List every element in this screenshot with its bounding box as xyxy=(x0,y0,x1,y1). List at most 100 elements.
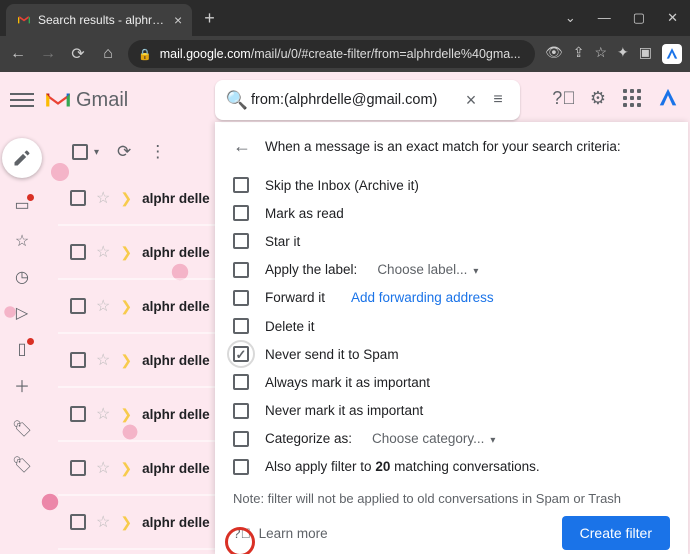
row-importance-icon[interactable]: ❯ xyxy=(120,460,132,477)
message-row[interactable]: ☆ ❯ alphr delle xyxy=(58,226,216,280)
inbox-icon[interactable]: ▭ xyxy=(13,196,31,214)
message-row[interactable]: ☆❯alphr delle xyxy=(58,388,216,442)
row-star-icon[interactable]: ☆ xyxy=(96,458,110,478)
select-dropdown-icon[interactable]: ▾ xyxy=(94,147,99,158)
search-options-icon[interactable]: ≡ xyxy=(484,91,512,109)
nav-reload-icon[interactable]: ⟳ xyxy=(68,44,88,64)
more-menu-icon[interactable]: ⋮ xyxy=(149,142,166,162)
row-checkbox[interactable] xyxy=(70,190,86,206)
message-row[interactable]: ☆❯alphr delle xyxy=(58,550,216,554)
message-row[interactable]: ☆❯alphr delle xyxy=(58,334,216,388)
filter-option-never-spam[interactable]: Never send it to Spam xyxy=(233,340,670,368)
drafts-icon[interactable]: ▯ xyxy=(13,340,31,358)
main-menu-icon[interactable] xyxy=(10,88,34,112)
nav-back-icon[interactable]: ← xyxy=(8,45,28,63)
label-dropdown[interactable]: Choose label...▾ xyxy=(377,262,478,277)
row-sender: alphr delle xyxy=(142,191,210,206)
puzzle-icon[interactable]: ✦ xyxy=(617,44,629,64)
eye-icon[interactable]: 👁 xyxy=(545,44,563,64)
category-dropdown[interactable]: Choose category...▾ xyxy=(372,431,495,446)
new-tab-button[interactable]: + xyxy=(204,8,215,29)
sent-icon[interactable]: ▷ xyxy=(13,304,31,322)
browser-tab[interactable]: Search results - alphr101@gmail × xyxy=(6,4,192,36)
checkbox[interactable] xyxy=(233,318,249,334)
row-checkbox[interactable] xyxy=(70,514,86,530)
row-checkbox[interactable] xyxy=(70,352,86,368)
row-importance-icon[interactable]: ❯ xyxy=(120,352,132,369)
row-star-icon[interactable]: ☆ xyxy=(96,242,110,262)
filter-option-always-important[interactable]: Always mark it as important xyxy=(233,368,670,396)
clear-search-icon[interactable]: × xyxy=(458,90,484,111)
settings-gear-icon[interactable]: ⚙ xyxy=(586,86,610,110)
checkbox[interactable] xyxy=(233,262,249,278)
row-importance-icon[interactable]: ❯ xyxy=(120,514,132,531)
message-row[interactable]: ☆❯alphr delle xyxy=(58,442,216,496)
row-importance-icon[interactable]: ❯ xyxy=(120,190,132,207)
add-forwarding-link[interactable]: Add forwarding address xyxy=(351,290,494,305)
checkbox[interactable] xyxy=(233,459,249,475)
gmail-logo[interactable]: Gmail xyxy=(44,89,128,112)
message-row[interactable]: ☆❯alphr delle xyxy=(58,280,216,334)
printer-icon[interactable]: ▣ xyxy=(639,44,652,64)
checkbox[interactable] xyxy=(233,374,249,390)
checkbox[interactable] xyxy=(233,177,249,193)
row-star-icon[interactable]: ☆ xyxy=(96,512,110,532)
row-star-icon[interactable]: ☆ xyxy=(96,296,110,316)
label-1-icon[interactable]: 🏷 xyxy=(13,420,31,438)
message-row[interactable]: ☆❯alphr delle xyxy=(58,496,216,550)
row-sender: alphr delle xyxy=(142,245,210,260)
search-box[interactable]: 🔍 from:(alphrdelle@gmail.com) × ≡ xyxy=(215,80,520,120)
apps-grid-icon[interactable] xyxy=(620,86,644,110)
filter-option-forward[interactable]: Forward itAdd forwarding address xyxy=(233,284,670,312)
filter-option-delete[interactable]: Delete it xyxy=(233,312,670,340)
row-importance-icon[interactable]: ❯ xyxy=(120,298,132,315)
checkbox[interactable] xyxy=(233,431,249,447)
share-icon[interactable]: ⇪ xyxy=(573,44,585,64)
label-2-icon[interactable]: 🏷 xyxy=(13,456,31,474)
row-checkbox[interactable] xyxy=(70,244,86,260)
learn-more-link[interactable]: ?⃝Learn more xyxy=(233,526,328,541)
filter-option-categorize[interactable]: Categorize as:Choose category...▾ xyxy=(233,425,670,453)
add-label-icon[interactable]: ＋ xyxy=(13,376,31,394)
starred-icon[interactable]: ☆ xyxy=(13,232,31,250)
row-importance-icon[interactable]: ❯ xyxy=(120,406,132,423)
row-checkbox[interactable] xyxy=(70,298,86,314)
checkbox[interactable] xyxy=(233,233,249,249)
checkbox[interactable] xyxy=(233,290,249,306)
row-star-icon[interactable]: ☆ xyxy=(96,188,110,208)
message-row[interactable]: ☆ ❯ alphr delle xyxy=(58,172,216,226)
row-star-icon[interactable]: ☆ xyxy=(96,404,110,424)
row-importance-icon[interactable]: ❯ xyxy=(120,244,132,261)
filter-option-mark-read[interactable]: Mark as read xyxy=(233,199,670,227)
select-all-checkbox[interactable] xyxy=(72,144,88,160)
panel-back-icon[interactable]: ← xyxy=(233,136,251,157)
filter-option-apply-label[interactable]: Apply the label:Choose label...▾ xyxy=(233,256,670,284)
window-minimize-icon[interactable]: — xyxy=(598,10,611,26)
checkbox[interactable] xyxy=(233,346,249,362)
filter-option-apply-existing[interactable]: Also apply filter to 20 matching convers… xyxy=(233,453,670,481)
tab-close-icon[interactable]: × xyxy=(174,12,182,28)
row-checkbox[interactable] xyxy=(70,460,86,476)
compose-button[interactable] xyxy=(2,138,42,178)
create-filter-button[interactable]: Create filter xyxy=(562,516,670,550)
row-star-icon[interactable]: ☆ xyxy=(96,350,110,370)
row-checkbox[interactable] xyxy=(70,406,86,422)
window-close-icon[interactable]: ✕ xyxy=(667,10,678,26)
checkbox[interactable] xyxy=(233,403,249,419)
filter-option-skip-inbox[interactable]: Skip the Inbox (Archive it) xyxy=(233,171,670,199)
alphr-logo-icon[interactable] xyxy=(654,84,682,112)
nav-home-icon[interactable]: ⌂ xyxy=(98,45,118,63)
help-icon[interactable]: ?⃝ xyxy=(552,86,576,110)
checkbox[interactable] xyxy=(233,205,249,221)
left-nav-rail: ▭ ☆ ◷ ▷ ▯ ＋ 🏷 🏷 xyxy=(0,128,44,554)
snoozed-icon[interactable]: ◷ xyxy=(13,268,31,286)
alphr-extension-icon[interactable] xyxy=(662,44,682,64)
filter-option-star[interactable]: Star it xyxy=(233,227,670,255)
address-bar[interactable]: 🔒 mail.google.com/mail/u/0/#create-filte… xyxy=(128,40,535,68)
search-icon[interactable]: 🔍 xyxy=(223,90,251,111)
window-dropdown-icon[interactable]: ⌄ xyxy=(565,10,576,26)
refresh-icon[interactable]: ⟳ xyxy=(117,142,131,162)
star-icon[interactable]: ☆ xyxy=(594,44,607,64)
window-maximize-icon[interactable]: ▢ xyxy=(633,10,645,26)
filter-option-never-important[interactable]: Never mark it as important xyxy=(233,397,670,425)
